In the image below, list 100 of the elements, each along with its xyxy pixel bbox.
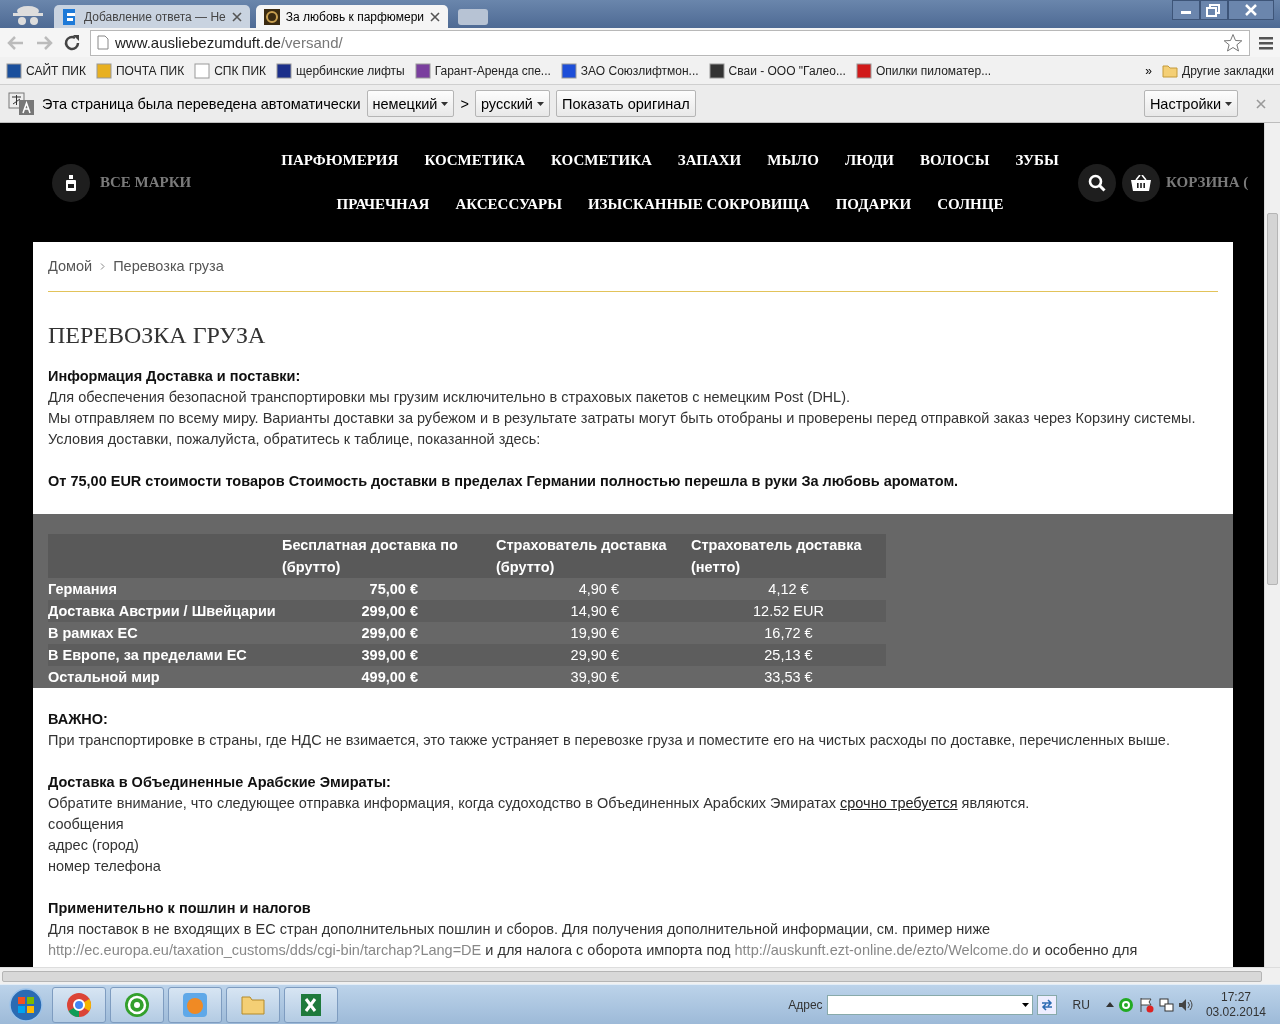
taskbar-app-button[interactable] [284, 986, 338, 1023]
clock[interactable]: 17:27 03.02.2014 [1205, 989, 1266, 1020]
cart-button[interactable] [1122, 163, 1160, 202]
menu-link[interactable]: ЛЮДИ [844, 152, 894, 169]
paragraph: Мы отправляем по всему миру. Варианты доставки за рубежом и в результате затраты могут быть отобраны и проверены перед отправкой заказ через Корзину системы. [48, 409, 1197, 428]
cart-link[interactable]: КОРЗИНА ( [1166, 174, 1249, 191]
go-button[interactable] [1036, 994, 1057, 1015]
menu-link[interactable]: МЫЛО [767, 152, 819, 169]
paragraph: http://ec.europa.eu/taxation_customs/dds/cgi-bin/tarchap?Lang=DE и для налога с оборота импорта под http://auskunft.ezt-online.de/ezto/Welcome.do и особенно для [48, 941, 1139, 960]
menu-link[interactable]: КОСМЕТИКА [424, 152, 526, 169]
vertical-scrollbar[interactable] [1264, 123, 1280, 967]
address-bar[interactable]: www.ausliebezumduft.de/versand/ [90, 29, 1250, 56]
scrollbar-thumb[interactable] [2, 970, 1262, 982]
clock-time: 17:27 [1220, 989, 1251, 1005]
page-title: ПЕРЕВОЗКА ГРУЗА [48, 325, 267, 346]
menu-icon[interactable] [1258, 34, 1274, 51]
paragraph: сообщения [48, 815, 125, 834]
price-cell: 12.52 EUR [691, 600, 886, 622]
bookmark[interactable]: Опилки пиломатер... [855, 62, 992, 79]
menu-link[interactable]: ПАРФЮМЕРИЯ [281, 152, 399, 169]
url-link[interactable]: http://auskunft.ezt-online.de/ezto/Welcome.do [734, 942, 1029, 958]
up-arrow-icon[interactable] [1105, 1002, 1114, 1007]
menu-link[interactable]: КОСМЕТИКА [551, 152, 652, 169]
bookmark[interactable]: САЙТ ПИК [6, 62, 86, 79]
price-cell: 16,72 € [691, 622, 886, 644]
new-tab-button[interactable] [458, 9, 489, 25]
menu-link[interactable]: ПРАЧЕЧНАЯ [336, 196, 430, 213]
network-icon[interactable] [1157, 996, 1174, 1013]
address-label: Адрес [788, 997, 823, 1012]
bookmark[interactable]: ПОЧТА ПИК [95, 62, 185, 79]
chevron-icon [100, 263, 106, 270]
bookmark-folder[interactable]: Другие закладки [1162, 63, 1274, 78]
caret-icon [537, 101, 544, 106]
dropdown-arrow-icon [1021, 1002, 1029, 1007]
menu-link[interactable]: СОЛНЦЕ [937, 196, 1004, 213]
price-cell: 14,90 € [496, 600, 691, 622]
menu-link[interactable]: ПОДАРКИ [835, 196, 912, 213]
price-cell: 75,00 € [282, 578, 496, 600]
taskbar-app-button[interactable] [110, 986, 164, 1023]
menu-link[interactable]: ИЗЫСКАННЫЕ СОКРОВИЩА [587, 196, 810, 213]
language-dropdown[interactable]: немецкий [366, 90, 455, 117]
translate-icon [8, 91, 36, 116]
close-icon[interactable] [1228, 0, 1274, 20]
browser-tab[interactable]: Добавление ответа — Не [54, 5, 250, 28]
section-heading: Информация Доставка и поставки: [48, 367, 302, 386]
close-icon[interactable] [231, 11, 242, 22]
paragraph: Обратите внимание, что следующее отправка информация, когда судоходство в Объединенных Арабских Эмиратах срочно требуется являются. [48, 794, 1031, 813]
address-input[interactable] [826, 994, 1033, 1015]
settings-dropdown[interactable]: Настройки [1143, 90, 1238, 117]
price-cell: 33,53 € [691, 666, 886, 688]
paragraph: номер телефона [48, 857, 162, 876]
text-link[interactable]: срочно требуется [840, 795, 958, 811]
show-original-button[interactable]: Показать оригинал [556, 90, 696, 117]
favicon-icon [855, 62, 872, 79]
breadcrumb-link[interactable]: Домой [48, 256, 93, 277]
spreadsheet-icon [298, 991, 324, 1018]
favicon-icon [194, 62, 211, 79]
price-cell: 499,00 € [282, 666, 496, 688]
price-cell: 39,90 € [496, 666, 691, 688]
bookmark[interactable]: СПК ПИК [194, 62, 266, 79]
search-button[interactable] [1078, 163, 1116, 202]
price-cell: 299,00 € [282, 600, 496, 622]
more-bookmarks-button[interactable]: » [1145, 63, 1153, 78]
column-header: Бесплатная доставка по (брутто) [282, 534, 496, 578]
bookmark[interactable]: Гарант-Аренда спе... [414, 62, 551, 79]
minimize-icon[interactable] [1172, 0, 1200, 20]
search-icon [1088, 173, 1106, 192]
price-cell: 25,13 € [691, 644, 886, 666]
scrollbar-thumb[interactable] [1267, 213, 1278, 585]
url-link[interactable]: http://ec.europa.eu/taxation_customs/dds/cgi-bin/tarchap?Lang=DE [48, 942, 482, 958]
bookmark[interactable]: щербинские лифты [276, 62, 405, 79]
horizontal-scrollbar[interactable] [0, 967, 1280, 984]
flag-icon[interactable] [1137, 996, 1154, 1013]
address-url: www.ausliebezumduft.de/versand/ [115, 34, 343, 51]
paragraph: Для поставок в не входящих в ЕС стран дополнительных пошлин и сборов. Для получения дополнительной информации, см. пример ниже [48, 920, 992, 939]
browser-tab[interactable]: За любовь к парфюмери [255, 5, 449, 28]
region-cell: Доставка Австрии / Швейцарии [48, 600, 282, 622]
bottle-button[interactable] [52, 163, 90, 202]
bookmark[interactable]: ЗАО Союзлифтмон... [560, 62, 699, 79]
menu-link[interactable]: ЗАПАХИ [677, 152, 742, 169]
bookmark[interactable]: Сваи - ООО "Галео... [708, 62, 846, 79]
restore-icon[interactable] [1200, 0, 1228, 20]
price-cell: 4,90 € [496, 578, 691, 600]
language-indicator[interactable]: RU [1072, 997, 1090, 1012]
caret-icon [1225, 101, 1232, 106]
price-cell: 19,90 € [496, 622, 691, 644]
reload-icon[interactable] [62, 32, 82, 53]
paragraph: адрес (город) [48, 836, 140, 855]
menu-link[interactable]: ЗУБЫ [1015, 152, 1059, 169]
language-dropdown[interactable]: русский [474, 90, 550, 117]
star-icon[interactable] [1223, 32, 1243, 53]
favicon-icon [6, 62, 22, 79]
menu-link[interactable]: АКСЕССУАРЫ [455, 196, 562, 213]
section-heading: Применительно к пошлин и налогов [48, 899, 312, 918]
section-heading: Доставка в Объединенные Арабские Эмираты: [48, 773, 392, 792]
menu-link[interactable]: ВОЛОСЫ [919, 152, 990, 169]
brands-link[interactable]: ВСЕ МАРКИ [100, 174, 192, 191]
close-icon[interactable] [430, 11, 441, 22]
taskbar-app-button[interactable] [52, 986, 106, 1023]
price-cell: 29,90 € [496, 644, 691, 666]
